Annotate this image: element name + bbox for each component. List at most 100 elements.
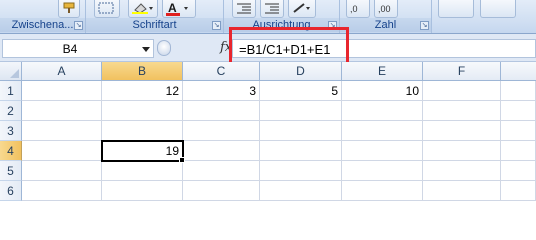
formula-text: =B1/C1+D1+E1 <box>239 42 331 57</box>
column-header-c[interactable]: C <box>183 62 260 81</box>
formula-input[interactable]: =B1/C1+D1+E1 <box>232 39 536 58</box>
alignment-group: Ausrichtung ↘ <box>224 0 340 33</box>
number-group-label: Zahl <box>340 18 431 32</box>
row-header-6[interactable]: 6 <box>0 181 22 201</box>
cell-e2[interactable] <box>342 101 423 121</box>
cell-a6[interactable] <box>22 181 102 201</box>
select-all-button[interactable] <box>0 62 22 81</box>
number-dialog-launcher[interactable]: ↘ <box>420 21 429 30</box>
orientation-icon <box>293 3 310 13</box>
name-box[interactable]: B4 <box>2 39 154 58</box>
cell-d1[interactable]: 5 <box>260 81 342 101</box>
format-painter-icon <box>63 2 75 13</box>
cell-c5[interactable] <box>183 161 260 181</box>
row-header-2[interactable]: 2 <box>0 101 22 121</box>
cell-g3[interactable] <box>501 121 536 141</box>
alignment-dialog-launcher[interactable]: ↘ <box>328 21 337 30</box>
cell-d5[interactable] <box>260 161 342 181</box>
column-header-f[interactable]: F <box>423 62 501 81</box>
font-group-label: Schriftart <box>86 18 223 32</box>
cell-e6[interactable] <box>342 181 423 201</box>
cell-d2[interactable] <box>260 101 342 121</box>
worksheet-grid[interactable]: A B C D E F 1 2 3 4 5 6 12 3 5 10 19 <box>0 62 536 205</box>
formula-bar-splitter[interactable] <box>157 40 171 56</box>
fill-color-button[interactable] <box>128 0 158 18</box>
clipboard-group-label: Zwischena... <box>0 18 85 32</box>
cell-a4[interactable] <box>22 141 102 161</box>
row-header-3[interactable]: 3 <box>0 121 22 141</box>
fill-color-icon <box>132 3 153 14</box>
row-header-4[interactable]: 4 <box>0 141 22 161</box>
cell-d4[interactable] <box>260 141 342 161</box>
column-header-b[interactable]: B <box>102 62 183 81</box>
styles-group <box>432 0 536 33</box>
cell-c1[interactable]: 3 <box>183 81 260 101</box>
clipboard-group: Zwischena... ↘ <box>0 0 86 33</box>
ribbon: Zwischena... ↘ A Schriftart ↘ Ausrichtun… <box>0 0 536 34</box>
cell-g5[interactable] <box>501 161 536 181</box>
svg-text:,0: ,0 <box>350 4 358 14</box>
cell-b4[interactable]: 19 <box>101 140 184 162</box>
increase-decimal-button[interactable]: ,0 <box>346 0 370 18</box>
cell-e5[interactable] <box>342 161 423 181</box>
font-color-button[interactable]: A <box>162 0 196 18</box>
row-header-5[interactable]: 5 <box>0 161 22 181</box>
cell-b3[interactable] <box>102 121 183 141</box>
cell-f6[interactable] <box>423 181 501 201</box>
insert-function-icon[interactable]: fx <box>220 40 232 55</box>
increase-indent-icon <box>265 3 279 14</box>
decrease-indent-button[interactable] <box>232 0 256 18</box>
cell-a5[interactable] <box>22 161 102 181</box>
font-group: A Schriftart ↘ <box>86 0 224 33</box>
column-header-d[interactable]: D <box>260 62 342 81</box>
column-header-g[interactable] <box>501 62 536 81</box>
cell-f4[interactable] <box>423 141 501 161</box>
font-dialog-launcher[interactable]: ↘ <box>212 21 221 30</box>
cell-a2[interactable] <box>22 101 102 121</box>
increase-indent-button[interactable] <box>260 0 284 18</box>
cell-f3[interactable] <box>423 121 501 141</box>
alignment-group-label: Ausrichtung <box>224 18 339 32</box>
cell-c4[interactable] <box>183 141 260 161</box>
cell-b6[interactable] <box>102 181 183 201</box>
conditional-formatting-button[interactable] <box>438 0 474 18</box>
cell-f1[interactable] <box>423 81 501 101</box>
chevron-down-icon[interactable] <box>142 47 150 52</box>
cell-a3[interactable] <box>22 121 102 141</box>
cell-c3[interactable] <box>183 121 260 141</box>
decrease-decimal-button[interactable]: ,00 <box>374 0 398 18</box>
name-box-value: B4 <box>62 42 78 56</box>
cell-g4[interactable] <box>501 141 536 161</box>
cell-e4[interactable] <box>342 141 423 161</box>
column-header-a[interactable]: A <box>22 62 102 81</box>
cell-d3[interactable] <box>260 121 342 141</box>
cell-b1[interactable]: 12 <box>102 81 183 101</box>
svg-text:,00: ,00 <box>378 4 391 14</box>
column-header-e[interactable]: E <box>342 62 423 81</box>
cell-f2[interactable] <box>423 101 501 121</box>
font-color-icon: A <box>166 2 188 16</box>
cell-g6[interactable] <box>501 181 536 201</box>
cell-c2[interactable] <box>183 101 260 121</box>
cell-f5[interactable] <box>423 161 501 181</box>
orientation-button[interactable] <box>288 0 316 18</box>
cell-e1[interactable]: 10 <box>342 81 423 101</box>
format-painter-button[interactable] <box>58 0 80 18</box>
cell-c6[interactable] <box>183 181 260 201</box>
cell-a1[interactable] <box>22 81 102 101</box>
cell-e3[interactable] <box>342 121 423 141</box>
cell-d6[interactable] <box>260 181 342 201</box>
format-as-table-button[interactable] <box>480 0 516 18</box>
cell-b5[interactable] <box>102 161 183 181</box>
borders-button[interactable] <box>94 0 120 18</box>
cell-g2[interactable] <box>501 101 536 121</box>
row-header-1[interactable]: 1 <box>0 81 22 101</box>
insert-function-area: fx <box>172 39 232 58</box>
fill-handle[interactable] <box>179 157 185 163</box>
cell-b2[interactable] <box>102 101 183 121</box>
formula-bar-row: B4 fx =B1/C1+D1+E1 <box>0 34 536 62</box>
number-group: ,0 ,00 Zahl ↘ <box>340 0 432 33</box>
clipboard-dialog-launcher[interactable]: ↘ <box>74 21 83 30</box>
increase-decimal-icon: ,0 <box>350 4 358 14</box>
cell-g1[interactable] <box>501 81 536 101</box>
